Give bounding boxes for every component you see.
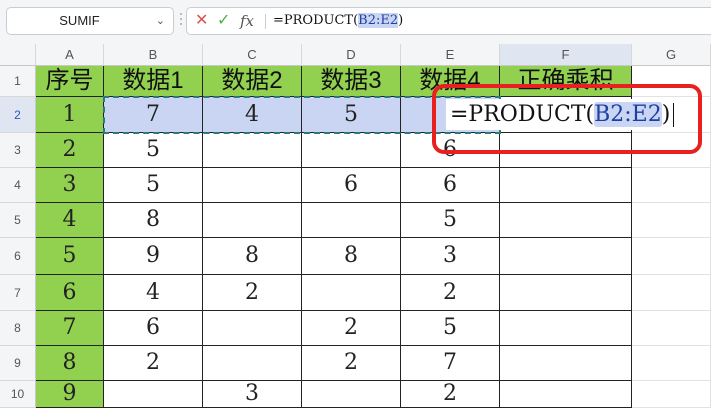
table-cell[interactable]	[632, 346, 711, 381]
table-cell[interactable]	[203, 168, 302, 203]
table-cell[interactable]: 2	[302, 346, 401, 381]
row-index-cell[interactable]: 8	[36, 346, 104, 381]
table-cell[interactable]	[632, 168, 711, 203]
table-cell[interactable]: 4	[203, 97, 302, 133]
table-cell[interactable]	[203, 133, 302, 168]
table-cell[interactable]	[632, 275, 711, 311]
table-header-cell[interactable]: 数据3	[302, 66, 401, 97]
column-header-c[interactable]: C	[203, 44, 302, 66]
row-index-cell[interactable]: 4	[36, 203, 104, 238]
table-cell[interactable]	[302, 133, 401, 168]
table-cell[interactable]	[203, 311, 302, 346]
row-index-cell[interactable]: 9	[36, 381, 104, 408]
table-cell[interactable]	[500, 346, 632, 381]
formula-range-ref: B2:E2	[358, 13, 399, 28]
insert-function-icon[interactable]: fx	[240, 8, 254, 34]
row-index-cell[interactable]: 6	[36, 275, 104, 311]
row-header-7[interactable]: 7	[0, 275, 36, 311]
table-cell[interactable]: 2	[104, 346, 203, 381]
table-cell[interactable]: 3	[401, 238, 500, 275]
select-all-corner[interactable]	[0, 44, 36, 66]
table-cell[interactable]: 6	[302, 168, 401, 203]
table-cell[interactable]: 7	[401, 346, 500, 381]
table-header-cell[interactable]: 数据2	[203, 66, 302, 97]
table-cell[interactable]: 5	[401, 203, 500, 238]
table-cell[interactable]: 9	[104, 238, 203, 275]
table-cell[interactable]: 2	[203, 275, 302, 311]
table-cell[interactable]: 5	[401, 311, 500, 346]
table-cell[interactable]	[302, 203, 401, 238]
table-cell[interactable]	[632, 203, 711, 238]
column-header-f[interactable]: F	[500, 44, 632, 66]
row-header-3[interactable]: 3	[0, 133, 36, 168]
row-index-cell[interactable]: 1	[36, 97, 104, 133]
table-cell[interactable]: 8	[203, 238, 302, 275]
table-header-cell[interactable]: 序号	[36, 66, 104, 97]
table-cell[interactable]	[500, 311, 632, 346]
row-header-4[interactable]: 4	[0, 168, 36, 203]
name-box[interactable]: SUMIF ⌄	[6, 7, 174, 35]
row-header-8[interactable]: 8	[0, 311, 36, 346]
row-header-10[interactable]: 10	[0, 381, 36, 408]
table-cell[interactable]: 2	[302, 311, 401, 346]
row-header-6[interactable]: 6	[0, 238, 36, 275]
row-index-cell[interactable]: 5	[36, 238, 104, 275]
formula-suffix: )	[398, 13, 404, 28]
column-header-a[interactable]: A	[36, 44, 104, 66]
table-cell[interactable]: 3	[203, 381, 302, 408]
enter-icon[interactable]: ✓	[217, 8, 230, 34]
table-cell[interactable]: 5	[104, 133, 203, 168]
table-cell[interactable]	[302, 381, 401, 408]
table-cell[interactable]	[104, 381, 203, 408]
cancel-icon[interactable]: ✕	[195, 8, 208, 34]
table-cell[interactable]	[632, 381, 711, 408]
table-cell[interactable]: 2	[401, 275, 500, 311]
formula-divider	[265, 14, 266, 29]
column-header-e[interactable]: E	[401, 44, 500, 66]
formula-text[interactable]: =PRODUCT(B2:E2)	[273, 8, 403, 34]
row-header-9[interactable]: 9	[0, 346, 36, 381]
table-cell[interactable]: 4	[104, 275, 203, 311]
formula-bar: SUMIF ⌄ ✕ ✓ fx =PRODUCT(B2:E2)	[0, 0, 711, 44]
chevron-down-icon[interactable]: ⌄	[156, 8, 165, 34]
row-header-2[interactable]: 2	[0, 97, 36, 133]
row-index-cell[interactable]: 2	[36, 133, 104, 168]
highlight-callout-box	[432, 84, 702, 154]
table-cell[interactable]	[203, 346, 302, 381]
column-header-b[interactable]: B	[104, 44, 203, 66]
formula-prefix: =PRODUCT(	[273, 13, 359, 28]
name-box-value: SUMIF	[59, 13, 100, 28]
table-cell[interactable]	[632, 238, 711, 275]
row-header-5[interactable]: 5	[0, 203, 36, 238]
table-cell[interactable]: 6	[401, 168, 500, 203]
table-cell[interactable]: 8	[104, 203, 203, 238]
table-cell[interactable]	[500, 238, 632, 275]
column-header-d[interactable]: D	[302, 44, 401, 66]
table-cell[interactable]	[500, 275, 632, 311]
drag-handle-icon[interactable]	[180, 13, 183, 29]
table-cell[interactable]	[302, 275, 401, 311]
table-cell[interactable]	[500, 203, 632, 238]
table-cell[interactable]	[203, 203, 302, 238]
row-header-1[interactable]: 1	[0, 66, 36, 97]
table-cell[interactable]	[632, 311, 711, 346]
table-header-cell[interactable]: 数据1	[104, 66, 203, 97]
row-index-cell[interactable]: 7	[36, 311, 104, 346]
table-cell[interactable]: 7	[104, 97, 203, 133]
table-cell[interactable]: 5	[104, 168, 203, 203]
table-cell[interactable]	[500, 381, 632, 408]
table-cell[interactable]: 8	[302, 238, 401, 275]
row-index-cell[interactable]: 3	[36, 168, 104, 203]
table-cell[interactable]: 6	[104, 311, 203, 346]
column-header-g[interactable]: G	[632, 44, 711, 66]
table-cell[interactable]: 5	[302, 97, 401, 133]
formula-input[interactable]: ✕ ✓ fx =PRODUCT(B2:E2)	[186, 7, 711, 35]
table-cell[interactable]: 2	[401, 381, 500, 408]
table-cell[interactable]	[500, 168, 632, 203]
